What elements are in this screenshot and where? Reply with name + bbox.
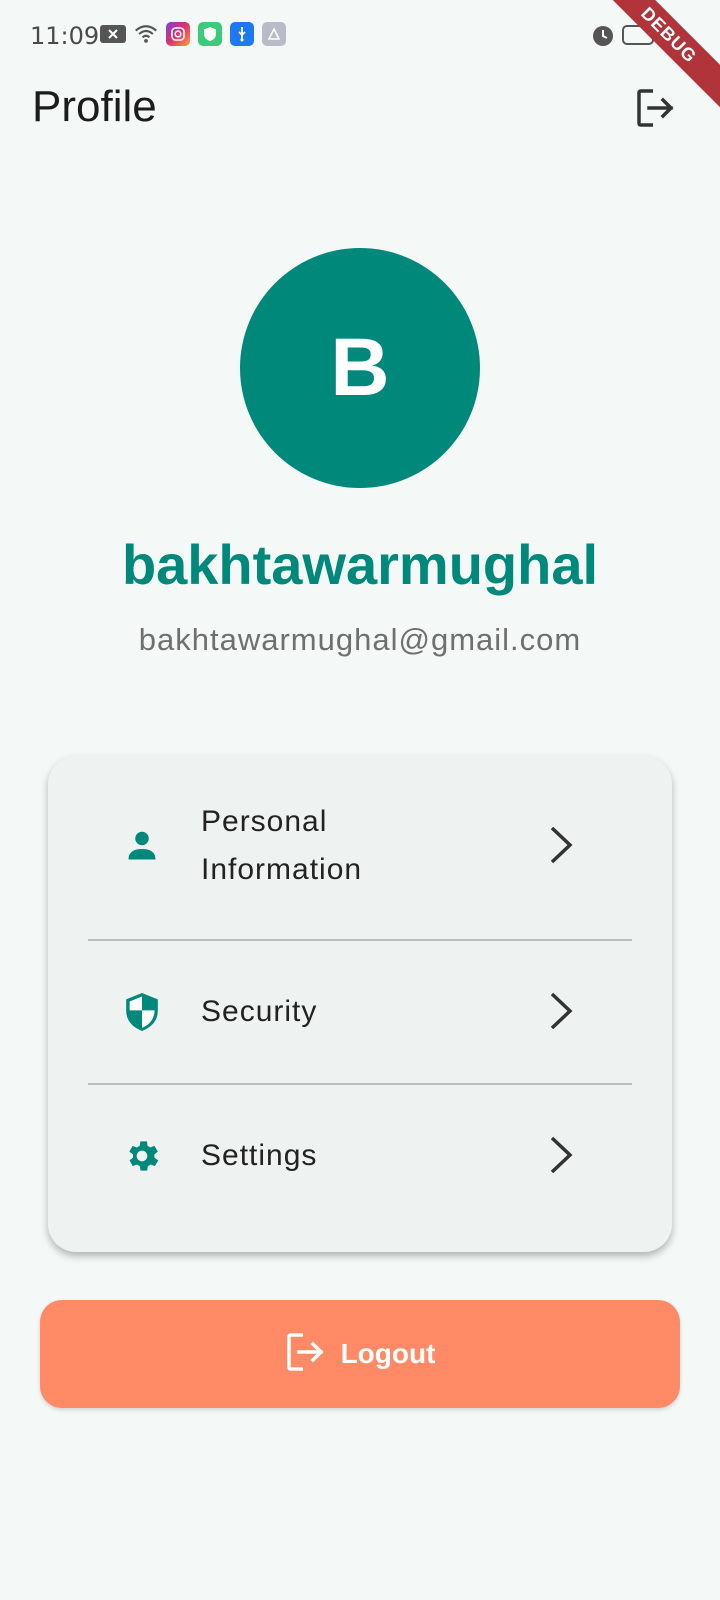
logout-label: Logout (340, 1338, 436, 1369)
divider (88, 1083, 632, 1085)
usb-icon (230, 22, 254, 46)
chevron-right-icon (546, 1134, 576, 1176)
app-icon (262, 22, 286, 46)
status-time: 11:09 (30, 22, 100, 50)
menu-item-personal-information[interactable]: Personal Information (48, 794, 672, 898)
instagram-icon (166, 22, 190, 46)
divider (88, 939, 632, 941)
page-title: Profile (32, 82, 157, 131)
gear-icon (122, 1136, 162, 1176)
avatar: B (240, 248, 480, 488)
email: bakhtawarmughal@gmail.com (138, 622, 582, 657)
shield-icon (122, 992, 162, 1032)
wifi-icon (134, 22, 158, 46)
chevron-right-icon (546, 990, 576, 1032)
menu-item-label: Security (201, 995, 318, 1028)
person-icon (122, 826, 162, 866)
status-bar: 11:09 DEBUG (0, 0, 720, 113)
chevron-right-icon (546, 824, 576, 866)
username: bakhtawarmughal (121, 533, 599, 596)
logout-button[interactable]: Logout (40, 1300, 680, 1408)
label-line2: Information (201, 853, 363, 886)
status-icons-left (100, 22, 286, 46)
profile-menu-card: Personal Information Security Settings (48, 756, 672, 1252)
menu-item-label: Settings (201, 1139, 318, 1172)
avatar-initial: B (330, 322, 390, 413)
menu-item-security[interactable]: Security (48, 950, 672, 1074)
alarm-icon (590, 22, 616, 53)
menu-item-label: Personal Information (201, 798, 362, 894)
label-line1: Personal (201, 805, 328, 838)
notification-x-icon (100, 25, 126, 43)
vpn-shield-icon (198, 22, 222, 46)
appbar-logout-button[interactable] (632, 86, 680, 134)
logout-icon (285, 1331, 327, 1378)
logout-icon (635, 87, 677, 134)
menu-item-settings[interactable]: Settings (48, 1094, 672, 1218)
